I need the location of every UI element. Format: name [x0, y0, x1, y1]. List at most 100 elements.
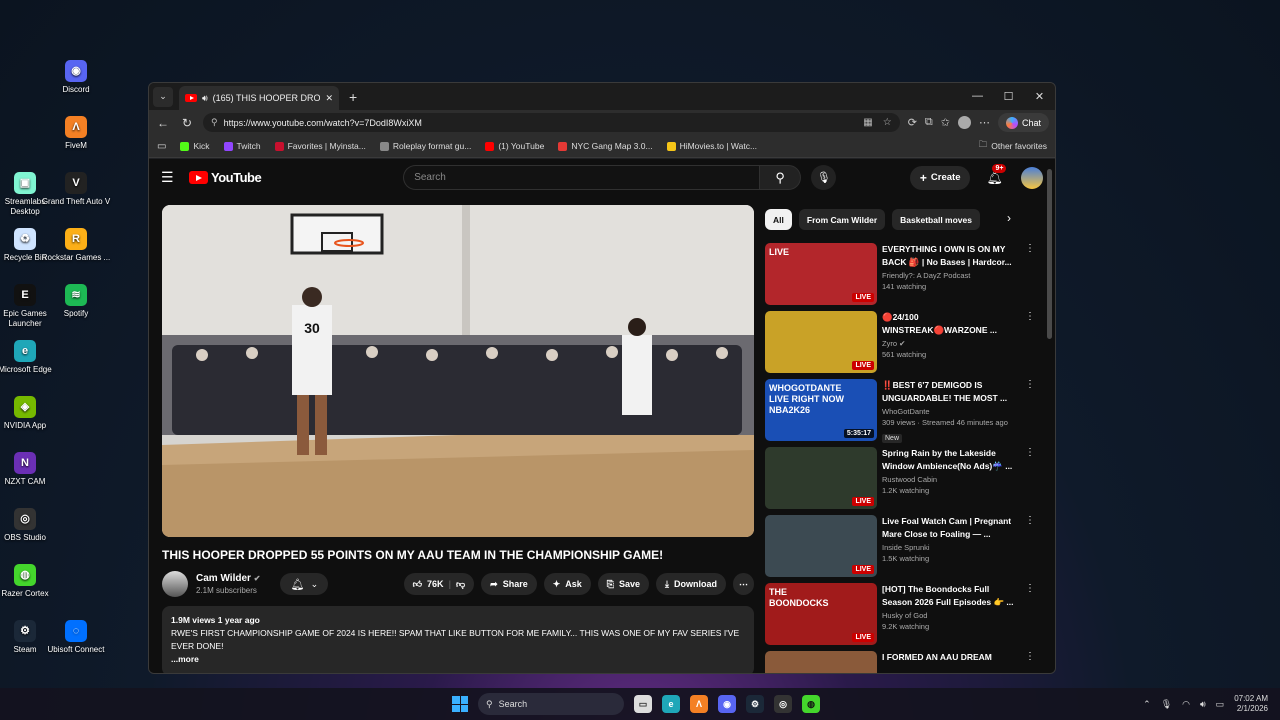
- video-thumbnail[interactable]: LIVE: [765, 447, 877, 509]
- recommendation-item[interactable]: WHOGOTDANTE LIVE RIGHT NOW NBA2K26 5:35:1…: [765, 379, 1035, 447]
- thumbs-down-icon[interactable]: 👎︎: [456, 579, 465, 590]
- video-thumbnail[interactable]: THE BOONDOCKS LIVE: [765, 583, 877, 645]
- search-button[interactable]: ⚲: [759, 165, 802, 190]
- recommendation-item[interactable]: LIVE Live Foal Watch Cam | Pregnant Mare …: [765, 515, 1035, 583]
- wifi-icon[interactable]: ◠: [1182, 699, 1190, 710]
- tab-actions-button[interactable]: ⌄: [153, 86, 173, 107]
- description-box[interactable]: 1.9M views 1 year ago RWE'S FIRST CHAMPI…: [162, 606, 754, 673]
- more-vertical-icon[interactable]: ⋮: [1025, 311, 1035, 322]
- desktop-icon[interactable]: ◈ NVIDIA App: [0, 396, 61, 431]
- desktop-icon[interactable]: e Microsoft Edge: [0, 340, 61, 375]
- more-options-icon[interactable]: ⋯: [979, 116, 990, 129]
- chevron-right-icon[interactable]: ›: [1007, 211, 1011, 225]
- more-vertical-icon[interactable]: ⋮: [1025, 651, 1035, 662]
- video-player[interactable]: 30: [162, 205, 754, 537]
- desktop-icon[interactable]: N NZXT CAM: [0, 452, 61, 487]
- maximize-button[interactable]: ☐: [993, 90, 1024, 103]
- address-bar[interactable]: ⚲ https://www.youtube.com/watch?v=7DodI8…: [203, 113, 900, 132]
- taskbar-search[interactable]: ⚲ Search: [478, 693, 624, 715]
- recommendation-item[interactable]: THE BOONDOCKS LIVE [HOT] The Boondocks Ful…: [765, 583, 1035, 651]
- new-tab-button[interactable]: +: [349, 89, 357, 105]
- more-vertical-icon[interactable]: ⋮: [1025, 583, 1035, 594]
- download-button[interactable]: ⤓ Download: [656, 573, 726, 595]
- desktop-icon[interactable]: Λ FiveM: [40, 116, 112, 151]
- bookmark-item[interactable]: Roleplay format gu...: [379, 141, 471, 151]
- filter-chip[interactable]: From Cam Wilder: [798, 209, 886, 230]
- mic-icon[interactable]: 🎙︎: [1161, 699, 1172, 710]
- video-thumbnail[interactable]: [765, 651, 877, 673]
- search-input[interactable]: [403, 165, 760, 190]
- desktop-icon[interactable]: ≋ Spotify: [40, 284, 112, 319]
- desktop-icon[interactable]: ◎ OBS Studio: [0, 508, 61, 543]
- create-button[interactable]: + Create: [909, 165, 971, 190]
- bookmark-item[interactable]: NYC Gang Map 3.0...: [558, 141, 653, 151]
- like-button[interactable]: 👍︎ 76K | 👎︎: [403, 573, 475, 595]
- close-tab-icon[interactable]: ✕: [325, 93, 333, 104]
- recommendation-item[interactable]: I FORMED AN AAU DREAM ⋮: [765, 651, 1035, 673]
- youtube-logo[interactable]: YouTube: [189, 170, 262, 185]
- recommendation-item[interactable]: LIVE Spring Rain by the Lakeside Window A…: [765, 447, 1035, 515]
- scrollbar[interactable]: [1047, 169, 1052, 339]
- favorite-star-icon[interactable]: ☆: [883, 117, 892, 128]
- refresh-button[interactable]: ↻: [179, 116, 195, 130]
- desktop-icon[interactable]: ◍ Razer Cortex: [0, 564, 61, 599]
- notifications-button[interactable]: 🔔︎ 9+: [986, 163, 1007, 186]
- video-thumbnail[interactable]: LIVE LIVE: [765, 243, 877, 305]
- chevron-up-icon[interactable]: ⌃: [1143, 699, 1151, 710]
- recommendation-item[interactable]: LIVE LIVE EVERYTHING I OWN IS ON MY BACK 🎒…: [765, 243, 1035, 311]
- minimize-button[interactable]: —: [962, 90, 993, 103]
- video-thumbnail[interactable]: WHOGOTDANTE LIVE RIGHT NOW NBA2K26 5:35:1…: [765, 379, 877, 441]
- desktop-icon[interactable]: R Rockstar Games ...: [40, 228, 112, 263]
- recommendation-item[interactable]: LIVE 🔴24/100 WINSTREAK🔴WARZONE ... Zyro ✔ 5…: [765, 311, 1035, 379]
- profile-icon[interactable]: [957, 116, 971, 129]
- volume-icon[interactable]: 🔊︎: [1200, 699, 1206, 710]
- subscribed-button[interactable]: 🔔︎ ⌄: [280, 573, 329, 595]
- copilot-chat-button[interactable]: Chat: [997, 113, 1049, 132]
- obs-icon[interactable]: ◎: [774, 695, 792, 713]
- speaker-icon[interactable]: 🔊︎: [202, 93, 208, 104]
- more-link[interactable]: ...more: [171, 653, 745, 666]
- site-info-icon[interactable]: ⚲: [211, 117, 218, 128]
- tab-youtube[interactable]: 🔊︎ (165) THIS HOOPER DROPPED 5 ✕: [179, 86, 339, 110]
- share-button[interactable]: ➦ Share: [481, 573, 537, 595]
- video-thumbnail[interactable]: LIVE: [765, 311, 877, 373]
- back-button[interactable]: ←: [155, 116, 171, 130]
- razer-icon[interactable]: ◍: [802, 695, 820, 713]
- desktop-icon[interactable]: ◌ Ubisoft Connect: [40, 620, 112, 655]
- start-button[interactable]: [452, 696, 468, 712]
- menu-icon[interactable]: ☰: [161, 169, 181, 186]
- more-vertical-icon[interactable]: ⋮: [1025, 447, 1035, 458]
- account-avatar[interactable]: [1021, 166, 1043, 189]
- app-available-icon[interactable]: ▦: [863, 117, 872, 128]
- bookmark-item[interactable]: Favorites | Myinsta...: [274, 141, 366, 151]
- desktop-icon[interactable]: V Grand Theft Auto V: [40, 172, 112, 207]
- channel-name[interactable]: Cam Wilder ✔: [196, 573, 260, 584]
- bookmark-item[interactable]: Twitch: [223, 141, 261, 151]
- ask-button[interactable]: ✦ Ask: [543, 573, 591, 595]
- extensions-icon[interactable]: ⟳: [908, 116, 917, 129]
- battery-icon[interactable]: ▭: [1216, 699, 1225, 710]
- split-screen-icon[interactable]: ⧉: [925, 116, 933, 129]
- edge-icon[interactable]: e: [662, 695, 680, 713]
- more-vertical-icon[interactable]: ⋮: [1025, 515, 1035, 526]
- taskview-icon[interactable]: ▭: [634, 695, 652, 713]
- tabs-icon[interactable]: ▭: [157, 141, 166, 152]
- more-vertical-icon[interactable]: ⋮: [1025, 379, 1035, 390]
- more-vertical-icon[interactable]: ⋮: [1025, 243, 1035, 254]
- bookmark-item[interactable]: Kick: [180, 141, 210, 151]
- clock[interactable]: 07:02 AM 2/1/2026: [1234, 694, 1268, 714]
- desktop-icon[interactable]: ◉ Discord: [40, 60, 112, 95]
- filter-chip[interactable]: All: [765, 209, 792, 230]
- bookmark-item[interactable]: HiMovies.to | Watc...: [666, 141, 757, 151]
- channel-avatar[interactable]: [162, 571, 188, 597]
- discord-icon[interactable]: ◉: [718, 695, 736, 713]
- filter-chip[interactable]: Basketball moves: [892, 209, 980, 230]
- bookmark-item[interactable]: (1) YouTube: [485, 141, 544, 151]
- voice-search-button[interactable]: 🎙︎: [811, 165, 837, 190]
- steam-icon[interactable]: ⚙: [746, 695, 764, 713]
- close-window-button[interactable]: ✕: [1024, 90, 1055, 103]
- video-thumbnail[interactable]: LIVE: [765, 515, 877, 577]
- more-actions-button[interactable]: ⋯: [733, 573, 754, 595]
- save-button[interactable]: ⎘ Save: [597, 573, 650, 595]
- other-favorites[interactable]: 🗀 Other favorites: [979, 139, 1047, 153]
